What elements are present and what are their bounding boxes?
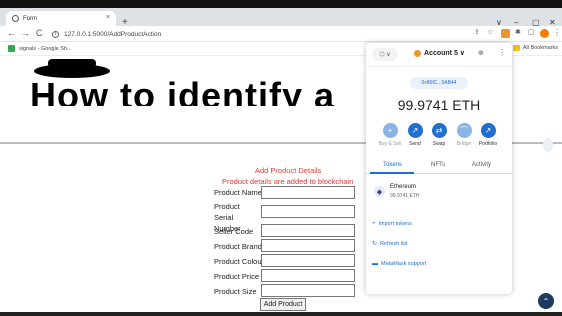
address-bar-row: ← → C i 127.0.0.1:5000/AddProductAction … — [0, 26, 562, 42]
plus-icon: + — [372, 221, 376, 227]
refresh-icon: ↻ — [372, 241, 378, 247]
swap-icon: ⇄ — [431, 123, 447, 138]
wallet-tabs: Tokens NFTs Activity — [366, 160, 512, 174]
tab-title: Form — [23, 15, 37, 22]
all-bookmarks[interactable]: All Bookmarks — [512, 45, 558, 51]
portfolio-label: Portfolio — [478, 141, 498, 147]
page-edge-button — [543, 138, 553, 152]
portfolio-icon: ↗ — [480, 123, 496, 138]
sidepanel-icon[interactable]: ▢ — [528, 28, 535, 36]
form-subtitle: Product details are added to blockchain — [222, 177, 354, 186]
chat-icon: ▬ — [372, 261, 378, 267]
form-title: Add Product Details — [255, 166, 322, 175]
bookmark-signals[interactable]: signals - Google Sh... — [8, 45, 72, 52]
import-tokens-label: Import tokens — [378, 221, 412, 227]
wallet-actions: + Buy & Sell ↗ Send ⇄ Swap ⌒ Bridge ↗ Po… — [366, 123, 512, 153]
product-size-input[interactable] — [261, 284, 355, 297]
swap-label: Swap — [432, 141, 446, 147]
support-label: MetaMask support — [381, 261, 427, 267]
back-icon[interactable]: ← — [7, 28, 16, 38]
network-selector[interactable]: ⬡ ∨ — [372, 48, 398, 61]
swap-button[interactable]: ⇄ Swap — [427, 123, 451, 147]
ethereum-icon: ◆ — [374, 186, 385, 197]
send-button[interactable]: ↗ Send — [403, 123, 427, 147]
tab-tokens[interactable]: Tokens — [383, 162, 402, 168]
metamask-header: ⬡ ∨ Account 5 ∨ ⊕ ⋮ — [366, 43, 512, 67]
connected-sites-icon[interactable]: ⊕ — [478, 49, 484, 57]
chevron-up-icon: ⌃ — [542, 296, 550, 306]
bridge-label: Bridge — [456, 141, 472, 147]
send-label: Send — [409, 141, 421, 147]
refresh-list-link[interactable]: ↻ Refresh list — [372, 240, 408, 248]
screen-top-bar — [0, 0, 562, 8]
url-text: 127.0.0.1:5000/AddProductAction — [64, 30, 162, 38]
label-product-name: Product Name — [214, 188, 262, 197]
tab-nfts[interactable]: NFTs — [431, 162, 445, 168]
active-tab-indicator — [370, 172, 414, 174]
account-menu-icon[interactable]: ⋮ — [498, 48, 506, 57]
all-bookmarks-label: All Bookmarks — [522, 45, 558, 51]
sheets-icon — [8, 45, 15, 52]
tab-form[interactable]: Form × — [6, 11, 116, 26]
label-product-size: Product Size — [214, 287, 257, 296]
label-product-colour: Product Colour — [214, 257, 265, 266]
share-icon[interactable]: ⇪ — [474, 28, 480, 36]
metamask-support-link[interactable]: ▬ MetaMask support — [372, 261, 426, 267]
bookmark-star-icon[interactable]: ☆ — [487, 28, 493, 36]
label-product-brand: Product Brand — [214, 242, 262, 251]
tab-activity[interactable]: Activity — [472, 162, 491, 168]
bridge-button[interactable]: ⌒ Bridge — [452, 123, 476, 147]
portfolio-button[interactable]: ↗ Portfolio — [476, 123, 500, 147]
buy-sell-label: Buy & Sell — [378, 141, 402, 147]
browser-menu-icon[interactable]: ⋮ — [553, 28, 561, 37]
product-name-input[interactable] — [261, 186, 355, 199]
account-avatar — [414, 49, 421, 57]
folder-icon — [512, 45, 520, 51]
bookmark-label: signals - Google Sh... — [19, 45, 72, 52]
token-balance: 99.9741 ETH — [390, 193, 420, 199]
label-seller-code: Seller Code — [214, 227, 254, 236]
eth-balance: 99.9741 ETH — [397, 97, 481, 113]
tab-close-icon[interactable]: × — [106, 14, 110, 21]
label-product-price: Product Price — [214, 272, 260, 281]
tab-strip: Form × + ∨ – ▢ ✕ — [0, 8, 562, 28]
buy-sell-button[interactable]: + Buy & Sell — [378, 123, 402, 147]
globe-icon — [12, 15, 19, 22]
forward-icon[interactable]: → — [21, 28, 30, 38]
site-info-icon[interactable]: i — [52, 30, 59, 38]
screen-bottom-bar — [0, 312, 562, 316]
extensions-icon[interactable]: ✱ — [515, 28, 521, 36]
import-tokens-link[interactable]: + Import tokens — [372, 221, 412, 227]
product-serial-number-input[interactable] — [261, 205, 355, 218]
token-name: Ethereum — [390, 184, 417, 190]
bridge-icon: ⌒ — [456, 123, 472, 138]
add-product-button[interactable]: Add Product — [260, 298, 306, 311]
profile-avatar[interactable] — [540, 29, 549, 38]
account-selector[interactable]: Account 5 ∨ — [414, 49, 465, 57]
refresh-list-label: Refresh list — [380, 240, 408, 247]
account-name: Account 5 ∨ — [424, 50, 465, 57]
seller-code-input[interactable] — [261, 224, 355, 237]
product-price-input[interactable] — [261, 269, 355, 282]
reload-icon[interactable]: C — [36, 28, 43, 38]
scroll-top-button[interactable]: ⌃ — [538, 293, 554, 309]
account-address-copy[interactable]: 0x86fC...5AB44 — [410, 77, 468, 89]
metamask-extension-icon[interactable] — [501, 29, 510, 38]
buy-sell-icon: + — [382, 123, 398, 138]
token-row-ethereum[interactable]: ◆ Ethereum 99.9741 ETH — [372, 183, 506, 203]
send-icon: ↗ — [407, 123, 423, 138]
product-colour-input[interactable] — [261, 254, 355, 267]
url-field[interactable]: i 127.0.0.1:5000/AddProductAction — [52, 28, 352, 40]
redaction-overlay — [34, 59, 110, 78]
product-brand-input[interactable] — [261, 239, 355, 252]
metamask-popup: ⬡ ∨ Account 5 ∨ ⊕ ⋮ 0x86fC...5AB44 99.97… — [366, 43, 512, 294]
